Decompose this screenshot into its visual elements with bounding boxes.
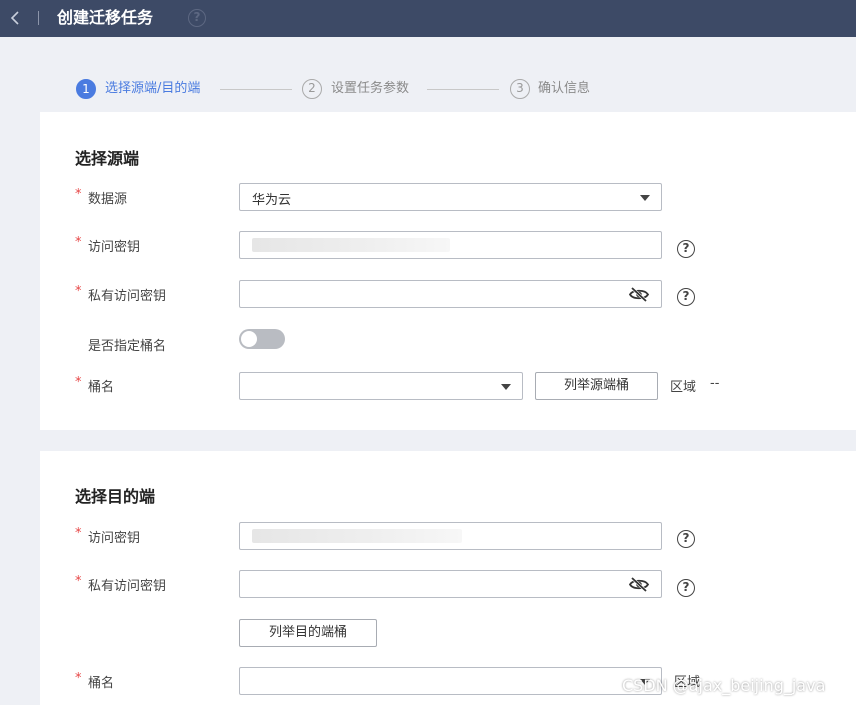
step-connector [220, 89, 292, 90]
eye-off-icon[interactable] [629, 287, 649, 302]
region-label: 区域 [670, 380, 697, 395]
access-key-input[interactable] [239, 231, 662, 259]
help-icon[interactable]: ? [677, 579, 695, 597]
required-mark: * [75, 187, 82, 202]
destination-section-title: 选择目的端 [75, 487, 156, 506]
step-2-label: 设置任务参数 [331, 81, 410, 96]
data-source-select[interactable]: 华为云 [239, 183, 662, 211]
watermark: CSDN @ajax_beijing_java [622, 676, 826, 695]
source-section-title: 选择源端 [75, 149, 140, 168]
toggle-knob [241, 331, 257, 347]
title-divider [38, 11, 39, 25]
bucket-select[interactable] [239, 372, 523, 400]
step-2-number: 2 [302, 79, 322, 99]
required-mark: * [75, 235, 82, 250]
required-mark: * [75, 284, 82, 299]
help-icon[interactable]: ? [677, 240, 695, 258]
redacted-value [252, 529, 462, 543]
access-key-label: 访问密钥 [88, 531, 141, 546]
access-key-label: 访问密钥 [88, 240, 141, 255]
chevron-down-icon [640, 195, 650, 201]
required-mark: * [75, 574, 82, 589]
redacted-value [252, 238, 450, 252]
source-section: 选择源端 * 数据源 华为云 * 访问密钥 ? * 私有访问密钥 ? 是否指定桶… [40, 112, 856, 430]
specify-bucket-label: 是否指定桶名 [88, 339, 167, 354]
secret-key-label: 私有访问密钥 [88, 289, 167, 304]
required-mark: * [75, 671, 82, 686]
step-connector [427, 89, 499, 90]
secret-key-input[interactable] [239, 280, 662, 308]
help-icon[interactable]: ? [188, 9, 206, 27]
step-3-number: 3 [510, 79, 530, 99]
access-key-input[interactable] [239, 522, 662, 550]
bucket-label: 桶名 [88, 676, 115, 691]
secret-key-input[interactable] [239, 570, 662, 598]
page-title: 创建迁移任务 [57, 8, 154, 27]
region-value: -- [710, 376, 720, 391]
chevron-down-icon [501, 384, 511, 390]
top-bar: 创建迁移任务 ? [0, 0, 856, 37]
list-destination-buckets-button[interactable]: 列举目的端桶 [239, 619, 377, 647]
required-mark: * [75, 375, 82, 390]
step-3-label: 确认信息 [538, 81, 591, 96]
step-1-number: 1 [76, 79, 96, 99]
destination-section: 选择目的端 * 访问密钥 ? * 私有访问密钥 ? 列举目的端桶 * 桶名 区域 [40, 451, 856, 705]
help-icon[interactable]: ? [677, 530, 695, 548]
eye-off-icon[interactable] [629, 577, 649, 592]
bucket-label: 桶名 [88, 380, 115, 395]
list-source-buckets-button[interactable]: 列举源端桶 [535, 372, 658, 400]
help-icon[interactable]: ? [677, 288, 695, 306]
specify-bucket-toggle[interactable] [239, 329, 285, 349]
bucket-select[interactable] [239, 667, 662, 695]
secret-key-label: 私有访问密钥 [88, 579, 167, 594]
data-source-value: 华为云 [252, 193, 292, 208]
data-source-label: 数据源 [88, 192, 128, 207]
required-mark: * [75, 526, 82, 541]
back-arrow-icon[interactable] [8, 8, 24, 28]
step-1-label: 选择源端/目的端 [105, 81, 201, 96]
